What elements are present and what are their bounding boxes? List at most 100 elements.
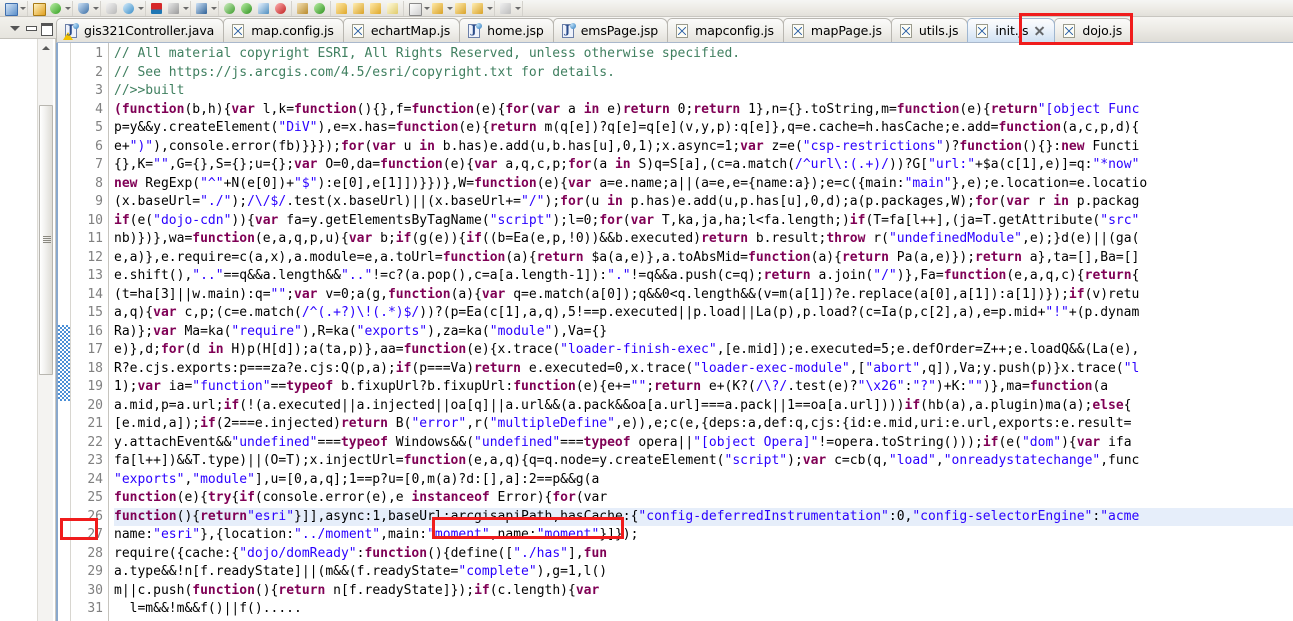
code-line[interactable]: 1);var ia="function"==typeof b.fixupUrl?…: [114, 378, 1293, 397]
editor-tab-label: home.jsp: [487, 23, 544, 38]
code-token-kw: var: [1076, 434, 1101, 450]
pin-dropdown-caret[interactable]: [446, 1, 453, 16]
code-token-plain: require({cache:{: [114, 545, 240, 561]
code-token-plain: },{location:: [200, 527, 295, 542]
device-icon[interactable]: [194, 1, 209, 16]
code-line[interactable]: y.attachEvent&&"undefined"===typeof Wind…: [114, 434, 1293, 453]
tag-dropdown-caret[interactable]: [486, 1, 493, 16]
properties-icon[interactable]: [256, 1, 271, 16]
editor-tab-map-config-js[interactable]: map.config.js: [223, 18, 344, 42]
editor-tab-echartmap-js[interactable]: echartMap.js: [342, 18, 461, 42]
code-line[interactable]: fa[l++])&&T.type)||(O=T);x.injectUrl=fun…: [114, 452, 1293, 471]
report-icon[interactable]: [166, 1, 181, 16]
code-line[interactable]: "exports","module"],u=[0,a,q];1==p?u=[0,…: [114, 471, 1293, 490]
editor-tab-mapconfig-js[interactable]: mapconfig.js: [667, 18, 784, 42]
code-line[interactable]: (t=ha[3]||w.main):q="";var v=0;a(g,funct…: [114, 286, 1293, 305]
search-icon[interactable]: [222, 1, 237, 16]
line-number-gutter: 1 2 3 4 5 6 7 8 9 10 11 12 13 14 15 16 17 18 19 20 21 22 23 24 2…: [71, 43, 109, 621]
code-token-plain: ],u=[0,a,q];1==p?u=[0,m(a)?d:[],a]:2==p&…: [254, 471, 600, 487]
refresh-icon[interactable]: [121, 1, 136, 16]
debug-dropdown-caret[interactable]: [92, 1, 99, 16]
device-dropdown-caret[interactable]: [210, 1, 217, 16]
edit-icon[interactable]: [385, 1, 400, 16]
layout-dropdown-caret[interactable]: [423, 1, 430, 16]
debug-icon[interactable]: [76, 1, 91, 16]
bug-icon[interactable]: [273, 1, 288, 16]
code-line[interactable]: name:"esri"},{location:"../moment",main:…: [114, 526, 1293, 545]
run-dropdown-caret[interactable]: [64, 1, 71, 16]
layout-icon[interactable]: [407, 1, 422, 16]
code-line[interactable]: // All material copyright ESRI, All Righ…: [114, 45, 1293, 64]
comment-icon[interactable]: [104, 1, 119, 16]
minimize-icon[interactable]: [24, 21, 38, 35]
code-line[interactable]: e)},d;for(d in H)p(H[d]);a(ta,p)},aa=fun…: [114, 341, 1293, 360]
editor-tab-home-jsp[interactable]: home.jsp: [459, 18, 554, 42]
code-token-kw: for: [160, 342, 185, 357]
code-line[interactable]: a,q){var c,p;(c=e.match(/^(.+?)\!(.*)$/)…: [114, 304, 1293, 323]
code-line[interactable]: e.shift(),".."==q&&a.length&&".."!=c?(a.…: [114, 267, 1293, 286]
code-token-plain: opera||: [630, 434, 694, 450]
new-wizard-icon[interactable]: [3, 1, 18, 16]
folder-open-icon[interactable]: [334, 1, 349, 16]
source-code-text[interactable]: // All material copyright ESRI, All Righ…: [110, 43, 1293, 621]
code-line[interactable]: e+")"),console.error(fb)}}});for(var u i…: [114, 138, 1293, 157]
code-line[interactable]: (function(b,h){var l,k=function(){},f=fu…: [114, 101, 1293, 120]
code-token-plain: z=e(: [763, 138, 803, 154]
code-line[interactable]: e,a)},e.require=c(a,x),a.module=e,a.toUr…: [114, 249, 1293, 268]
code-line[interactable]: require({cache:{"dojo/domReady":function…: [114, 545, 1293, 564]
code-viewport[interactable]: 1 2 3 4 5 6 7 8 9 10 11 12 13 14 15 16 17 18 19 20 21 22 23 24 2…: [56, 43, 1293, 621]
tag-icon[interactable]: [453, 1, 468, 16]
code-line[interactable]: l=m&&!m&&f()||f().....: [114, 600, 1293, 619]
folder-new-icon[interactable]: [351, 1, 366, 16]
code-line[interactable]: a.mid,p=a.url;if(!(a.executed||a.injecte…: [114, 397, 1293, 416]
editor-tab-gis321controller-java[interactable]: gis321Controller.java: [56, 18, 225, 42]
code-line[interactable]: p=y&&y.createElement("DiV"),e=x.has=func…: [114, 119, 1293, 138]
tag2-icon[interactable]: [470, 1, 485, 16]
code-line[interactable]: function(e){try{if(console.error(e),e in…: [114, 489, 1293, 508]
code-line[interactable]: if(e("dojo-cdn")){var fa=y.getElementsBy…: [114, 212, 1293, 231]
folder-yellow-icon[interactable]: [368, 1, 383, 16]
perspective-dropdown-caret[interactable]: [514, 1, 521, 16]
code-line[interactable]: m||c.push(function(){return n[f.readySta…: [114, 582, 1293, 601]
view-menu-icon[interactable]: [8, 21, 22, 35]
code-line[interactable]: [e.mid,a]);if(2===e.injected)return B("e…: [114, 415, 1293, 434]
editor-tab-utils-js[interactable]: utils.js: [890, 18, 969, 42]
editor-tab-init-js[interactable]: init.js: [967, 18, 1056, 42]
code-token-str: "^": [200, 175, 224, 191]
chart-icon[interactable]: [149, 1, 164, 16]
code-line[interactable]: a.type&&!n[f.readyState]||(m&&(f.readySt…: [114, 563, 1293, 582]
editor-tab-emspage-jsp[interactable]: emsPage.jsp: [552, 18, 669, 42]
save-icon[interactable]: [31, 1, 46, 16]
code-line[interactable]: //>>built: [114, 82, 1293, 101]
annotation-marker[interactable]: [58, 325, 70, 401]
left-panel-scrollbar[interactable]: [37, 39, 53, 621]
new-wizard-dropdown-caret[interactable]: [19, 1, 26, 16]
pin-icon[interactable]: [430, 1, 445, 16]
build-icon[interactable]: [295, 1, 310, 16]
run-icon[interactable]: [48, 1, 63, 16]
scrollbar-thumb[interactable]: [39, 105, 53, 375]
scroll-up-arrow-icon[interactable]: [38, 41, 54, 55]
annotation-ruler[interactable]: [58, 43, 71, 621]
code-line[interactable]: new RegExp("^"+N(e[0])+"$"):e[0],e[1]])}…: [114, 175, 1293, 194]
editor-tab-mappage-js[interactable]: mapPage.js: [782, 18, 892, 42]
report-dropdown-caret[interactable]: [182, 1, 189, 16]
validate-icon[interactable]: [239, 1, 254, 16]
code-line[interactable]: {},K="",G={},S={};u={};var O=0,da=functi…: [114, 156, 1293, 175]
editor-tab-dojo-js[interactable]: dojo.js: [1054, 18, 1133, 42]
code-line[interactable]: Ra)};var Ma=ka("require"),R=ka("exports"…: [114, 323, 1293, 342]
code-token-kw: fun: [583, 545, 608, 561]
close-icon[interactable]: [1034, 25, 1045, 36]
code-line[interactable]: R?e.cjs.exports:p===za?e.cjs:Q(p,a);if(p…: [114, 360, 1293, 379]
validate2-icon[interactable]: [312, 1, 327, 16]
code-token-kw: function: [403, 342, 467, 357]
code-line[interactable]: function(){return"esri"}]],async:1,baseU…: [114, 507, 1293, 526]
code-line[interactable]: // See https://js.arcgis.com/4.5/esri/co…: [114, 64, 1293, 83]
code-line[interactable]: nb)})},wa=function(e,a,q,p,u){var b;if(g…: [114, 230, 1293, 249]
code-token-str: "module": [192, 471, 255, 487]
refresh-dropdown-caret[interactable]: [137, 1, 144, 16]
line-number: 20: [87, 397, 103, 413]
maximize-icon[interactable]: [40, 21, 54, 36]
code-line[interactable]: (x.baseUrl="./");/\/$/.test(x.baseUrl)||…: [114, 193, 1293, 212]
perspective-icon[interactable]: [498, 1, 513, 16]
